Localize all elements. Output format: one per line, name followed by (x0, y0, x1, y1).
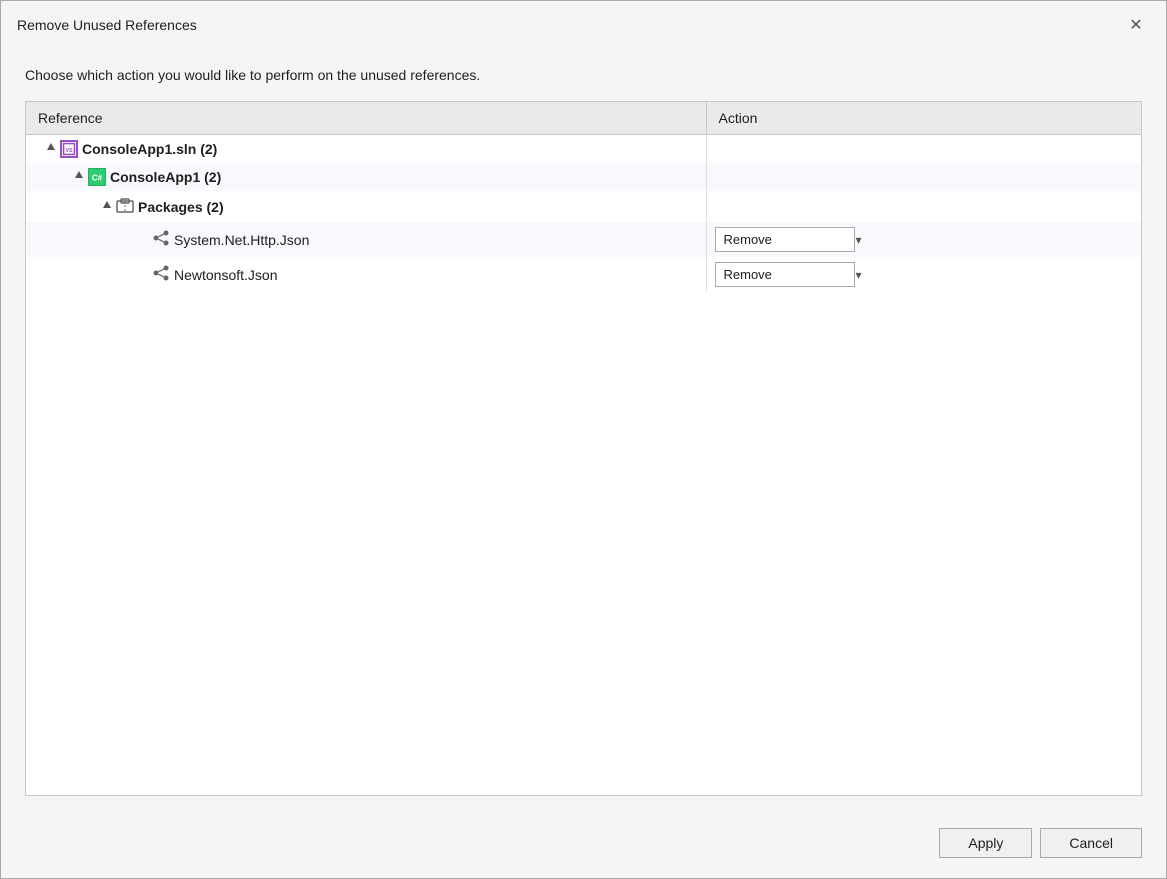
action-cell (706, 163, 906, 191)
tree-table-wrapper: Reference Action VS ConsoleApp1.sln (2) C#… (25, 101, 1142, 796)
column-header-empty (906, 102, 1141, 135)
empty-cell (906, 222, 1141, 257)
action-cell: RemoveKeep (706, 222, 906, 257)
action-cell (706, 135, 906, 164)
table-row: Packages (2) (26, 191, 1141, 222)
table-row: Newtonsoft.Json RemoveKeep (26, 257, 1141, 292)
leaf-label: Newtonsoft.Json (174, 267, 278, 283)
dialog-title: Remove Unused References (17, 17, 197, 33)
packages-icon (116, 196, 134, 217)
table-row: VS ConsoleApp1.sln (2) (26, 135, 1141, 164)
table-header-row: Reference Action (26, 102, 1141, 135)
remove-unused-references-dialog: Remove Unused References ✕ Choose which … (0, 0, 1167, 879)
expand-arrow[interactable] (42, 142, 56, 156)
empty-cell (906, 135, 1141, 164)
table-row: C# ConsoleApp1 (2) (26, 163, 1141, 191)
node-label: Packages (2) (138, 199, 224, 215)
empty-cell (906, 191, 1141, 222)
action-select-ref1[interactable]: RemoveKeep (715, 227, 855, 252)
action-cell (706, 191, 906, 222)
leaf-label: System.Net.Http.Json (174, 232, 309, 248)
action-select-wrapper: RemoveKeep (715, 262, 870, 287)
ref-icon (152, 229, 170, 250)
column-header-action: Action (706, 102, 906, 135)
empty-cell (906, 163, 1141, 191)
title-bar: Remove Unused References ✕ (1, 1, 1166, 47)
node-label: ConsoleApp1.sln (2) (82, 141, 217, 157)
ref-icon (152, 264, 170, 285)
expand-arrow[interactable] (70, 170, 84, 184)
action-select-ref2[interactable]: RemoveKeep (715, 262, 855, 287)
csharp-icon: C# (88, 168, 106, 186)
column-header-reference: Reference (26, 102, 706, 135)
close-button[interactable]: ✕ (1122, 11, 1150, 39)
dialog-body: Choose which action you would like to pe… (1, 47, 1166, 812)
table-row: System.Net.Http.Json RemoveKeep (26, 222, 1141, 257)
dialog-footer: Apply Cancel (1, 812, 1166, 878)
cancel-button[interactable]: Cancel (1040, 828, 1142, 858)
dialog-description: Choose which action you would like to pe… (25, 67, 1142, 83)
svg-text:VS: VS (65, 148, 73, 154)
svg-text:C#: C# (92, 174, 103, 183)
sln-icon: VS (60, 140, 78, 158)
empty-cell (906, 257, 1141, 292)
action-cell: RemoveKeep (706, 257, 906, 292)
apply-button[interactable]: Apply (939, 828, 1032, 858)
expand-arrow[interactable] (98, 200, 112, 214)
references-table: Reference Action VS ConsoleApp1.sln (2) C#… (26, 102, 1141, 292)
node-label: ConsoleApp1 (2) (110, 169, 221, 185)
action-select-wrapper: RemoveKeep (715, 227, 870, 252)
